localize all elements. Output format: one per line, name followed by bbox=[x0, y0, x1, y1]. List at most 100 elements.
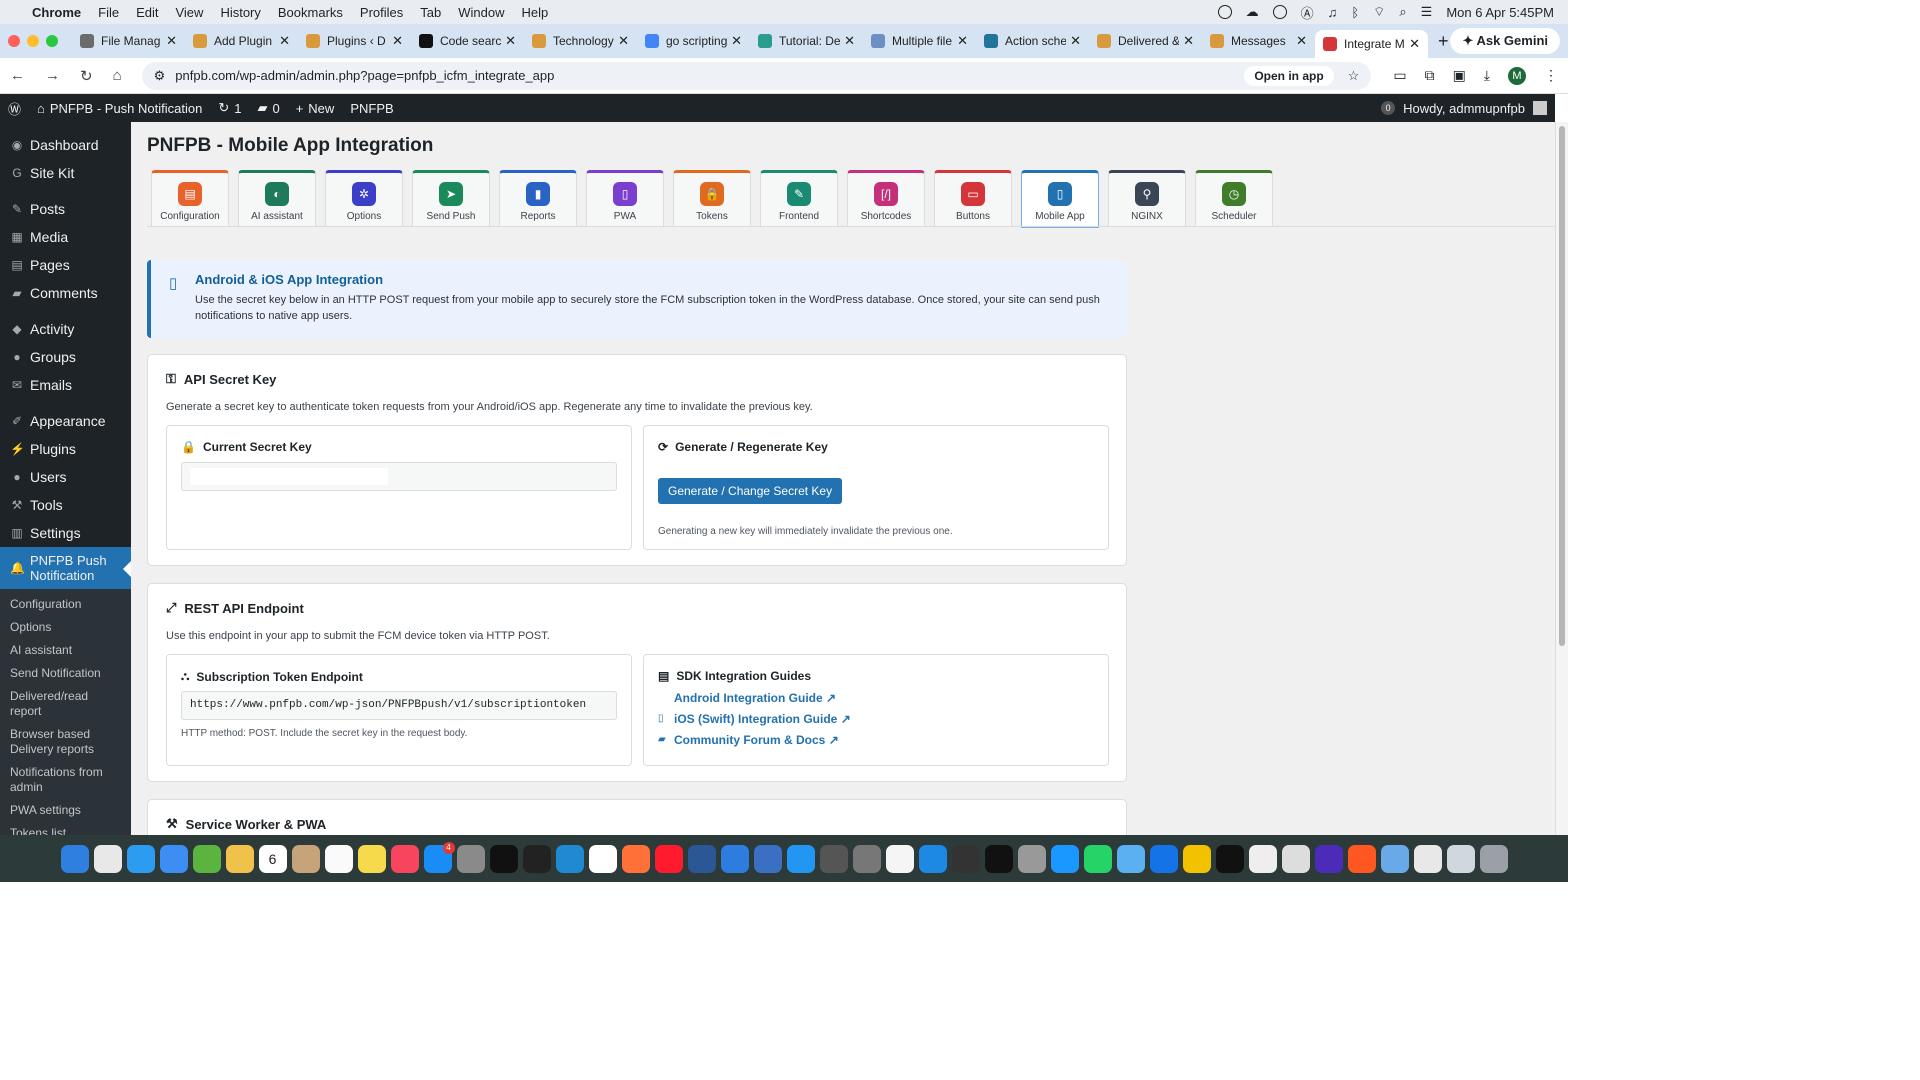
activity-monitor-icon[interactable] bbox=[489, 844, 518, 873]
printer-icon[interactable] bbox=[1017, 844, 1046, 873]
music-icon[interactable] bbox=[390, 844, 419, 873]
new-tab-button[interactable]: + bbox=[1438, 31, 1449, 52]
page-scrollbar[interactable] bbox=[1555, 122, 1568, 835]
close-window-button[interactable] bbox=[8, 35, 20, 47]
firefox-icon[interactable] bbox=[621, 844, 650, 873]
submenu-item[interactable]: Tokens list bbox=[0, 822, 131, 835]
prime-video-icon[interactable] bbox=[1050, 844, 1079, 873]
cast-icon[interactable]: ▭ bbox=[1393, 67, 1406, 84]
browser-tab[interactable]: File Manag ✕ bbox=[72, 27, 185, 55]
menu-window[interactable]: Window bbox=[458, 5, 504, 20]
endpoint-url[interactable]: https://www.pnfpb.com/wp-json/PNFPBpush/… bbox=[190, 699, 586, 711]
open-in-app-button[interactable]: Open in app bbox=[1244, 65, 1334, 86]
close-tab-icon[interactable]: ✕ bbox=[505, 33, 516, 49]
submenu-item[interactable]: AI assistant bbox=[0, 639, 131, 662]
submenu-item[interactable]: Browser based Delivery reports bbox=[0, 723, 131, 761]
community-forum-link[interactable]: Community Forum & Docs ↗ bbox=[674, 733, 839, 747]
ask-gemini-button[interactable]: ✦ Ask Gemini bbox=[1450, 28, 1560, 54]
imovie-icon[interactable] bbox=[1314, 844, 1343, 873]
menu-history[interactable]: History bbox=[220, 5, 260, 20]
notification-count-badge[interactable]: 0 bbox=[1381, 101, 1396, 115]
tab-send-push[interactable]: ➤ Send Push bbox=[412, 170, 490, 227]
pnfpb-adminbar-link[interactable]: PNFPB bbox=[350, 101, 393, 116]
chrome-icon[interactable] bbox=[588, 844, 617, 873]
close-tab-icon[interactable]: ✕ bbox=[1296, 33, 1307, 49]
headphones-icon[interactable]: ♫ bbox=[1328, 5, 1338, 20]
tab-search-icon[interactable]: ▣ bbox=[1453, 67, 1466, 84]
user-avatar[interactable] bbox=[1533, 101, 1547, 115]
terminal-icon[interactable] bbox=[522, 844, 551, 873]
accessibility-icon[interactable] bbox=[1281, 844, 1310, 873]
browser-tab[interactable]: Messages ✕ bbox=[1202, 27, 1315, 55]
url-text[interactable]: pnfpb.com/wp-admin/admin.php?page=pnfpb_… bbox=[175, 68, 554, 83]
close-tab-icon[interactable]: ✕ bbox=[618, 33, 629, 49]
submenu-item[interactable]: Delivered/read report bbox=[0, 685, 131, 723]
menu-file[interactable]: File bbox=[98, 5, 119, 20]
whatsapp-icon[interactable] bbox=[1083, 844, 1112, 873]
browser-tab[interactable]: Plugins ‹ D ✕ bbox=[298, 27, 411, 55]
browser-tab[interactable]: Add Plugin ✕ bbox=[185, 27, 298, 55]
zoom-window-button[interactable] bbox=[46, 35, 58, 47]
mail-icon[interactable] bbox=[159, 844, 188, 873]
opera-icon[interactable] bbox=[654, 844, 683, 873]
close-tab-icon[interactable]: ✕ bbox=[1070, 33, 1081, 49]
tab-options[interactable]: ✲ Options bbox=[325, 170, 403, 227]
wifi-icon[interactable]: ⌔ bbox=[1373, 4, 1385, 20]
speedometer-icon[interactable] bbox=[1215, 844, 1244, 873]
play-icon[interactable] bbox=[1272, 5, 1287, 19]
site-info-icon[interactable]: ⚙ bbox=[154, 68, 166, 84]
chrome-menu-icon[interactable]: ⋮ bbox=[1544, 67, 1558, 84]
secret-key-value[interactable] bbox=[190, 468, 388, 485]
profile-avatar[interactable]: M bbox=[1508, 66, 1526, 85]
status-check-icon[interactable] bbox=[1217, 5, 1232, 19]
clock-text[interactable]: Mon 6 Apr 5:45PM bbox=[1446, 5, 1554, 20]
sidebar-item-settings[interactable]: ▥ Settings bbox=[0, 519, 131, 547]
back-icon[interactable]: ← bbox=[10, 67, 25, 84]
notes-icon[interactable] bbox=[357, 844, 386, 873]
submenu-item[interactable]: Notifications from admin bbox=[0, 761, 131, 799]
launchpad-icon[interactable] bbox=[93, 844, 122, 873]
trash-icon[interactable] bbox=[1479, 844, 1508, 873]
search-icon[interactable]: ⌕ bbox=[1399, 4, 1406, 20]
photos-icon[interactable] bbox=[225, 844, 254, 873]
preview-icon[interactable] bbox=[1380, 844, 1409, 873]
calculator-icon[interactable] bbox=[852, 844, 881, 873]
textedit-icon[interactable] bbox=[885, 844, 914, 873]
scrollbar-thumb[interactable] bbox=[1559, 126, 1565, 646]
browser-tab[interactable]: Action sche ✕ bbox=[976, 27, 1089, 55]
address-bar[interactable]: ⚙ pnfpb.com/wp-admin/admin.php?page=pnfp… bbox=[141, 61, 1372, 90]
forward-icon[interactable]: → bbox=[45, 67, 60, 84]
sidebar-item-plugins[interactable]: ⚡ Plugins bbox=[0, 435, 131, 463]
updates-link[interactable]: ↻ 1 bbox=[218, 100, 241, 116]
contacts-icon[interactable] bbox=[291, 844, 320, 873]
notebook-icon[interactable] bbox=[1182, 844, 1211, 873]
maps-icon[interactable] bbox=[192, 844, 221, 873]
tab-configuration[interactable]: ▤ Configuration bbox=[151, 170, 229, 227]
globe-icon[interactable] bbox=[1116, 844, 1145, 873]
site-name-link[interactable]: ⌂ PNFPB - Push Notification bbox=[37, 101, 202, 116]
cloud-icon[interactable]: ☁ bbox=[1246, 4, 1259, 20]
menu-bookmarks[interactable]: Bookmarks bbox=[278, 5, 343, 20]
download-icon[interactable]: ⤓ bbox=[1484, 67, 1490, 84]
utility-icon[interactable] bbox=[819, 844, 848, 873]
tab-frontend[interactable]: ✎ Frontend bbox=[760, 170, 838, 227]
finder-alt-icon[interactable] bbox=[753, 844, 782, 873]
reminders-icon[interactable] bbox=[324, 844, 353, 873]
app-store-icon[interactable]: 4 bbox=[423, 841, 455, 873]
wordpress-logo-icon[interactable]: Ⓦ bbox=[8, 99, 21, 118]
browser-tab[interactable]: go scripting ✕ bbox=[637, 27, 750, 55]
quicktime-icon[interactable] bbox=[918, 844, 947, 873]
system-settings-icon[interactable] bbox=[456, 844, 485, 873]
menu-view[interactable]: View bbox=[175, 5, 203, 20]
sidebar-item-pages[interactable]: ▤ Pages bbox=[0, 251, 131, 279]
tab-mobile-app[interactable]: ▯ Mobile App bbox=[1021, 170, 1099, 228]
minimize-window-button[interactable] bbox=[27, 35, 39, 47]
sidebar-item-dashboard[interactable]: ◉ Dashboard bbox=[0, 131, 131, 159]
browser-tab[interactable]: Technology ✕ bbox=[524, 27, 637, 55]
xcode-icon[interactable] bbox=[786, 844, 815, 873]
sidebar-item-groups[interactable]: ● Groups bbox=[0, 343, 131, 371]
close-tab-icon[interactable]: ✕ bbox=[1183, 33, 1194, 49]
font-book-icon[interactable] bbox=[1248, 844, 1277, 873]
menu-help[interactable]: Help bbox=[522, 5, 549, 20]
console-icon[interactable] bbox=[984, 844, 1013, 873]
